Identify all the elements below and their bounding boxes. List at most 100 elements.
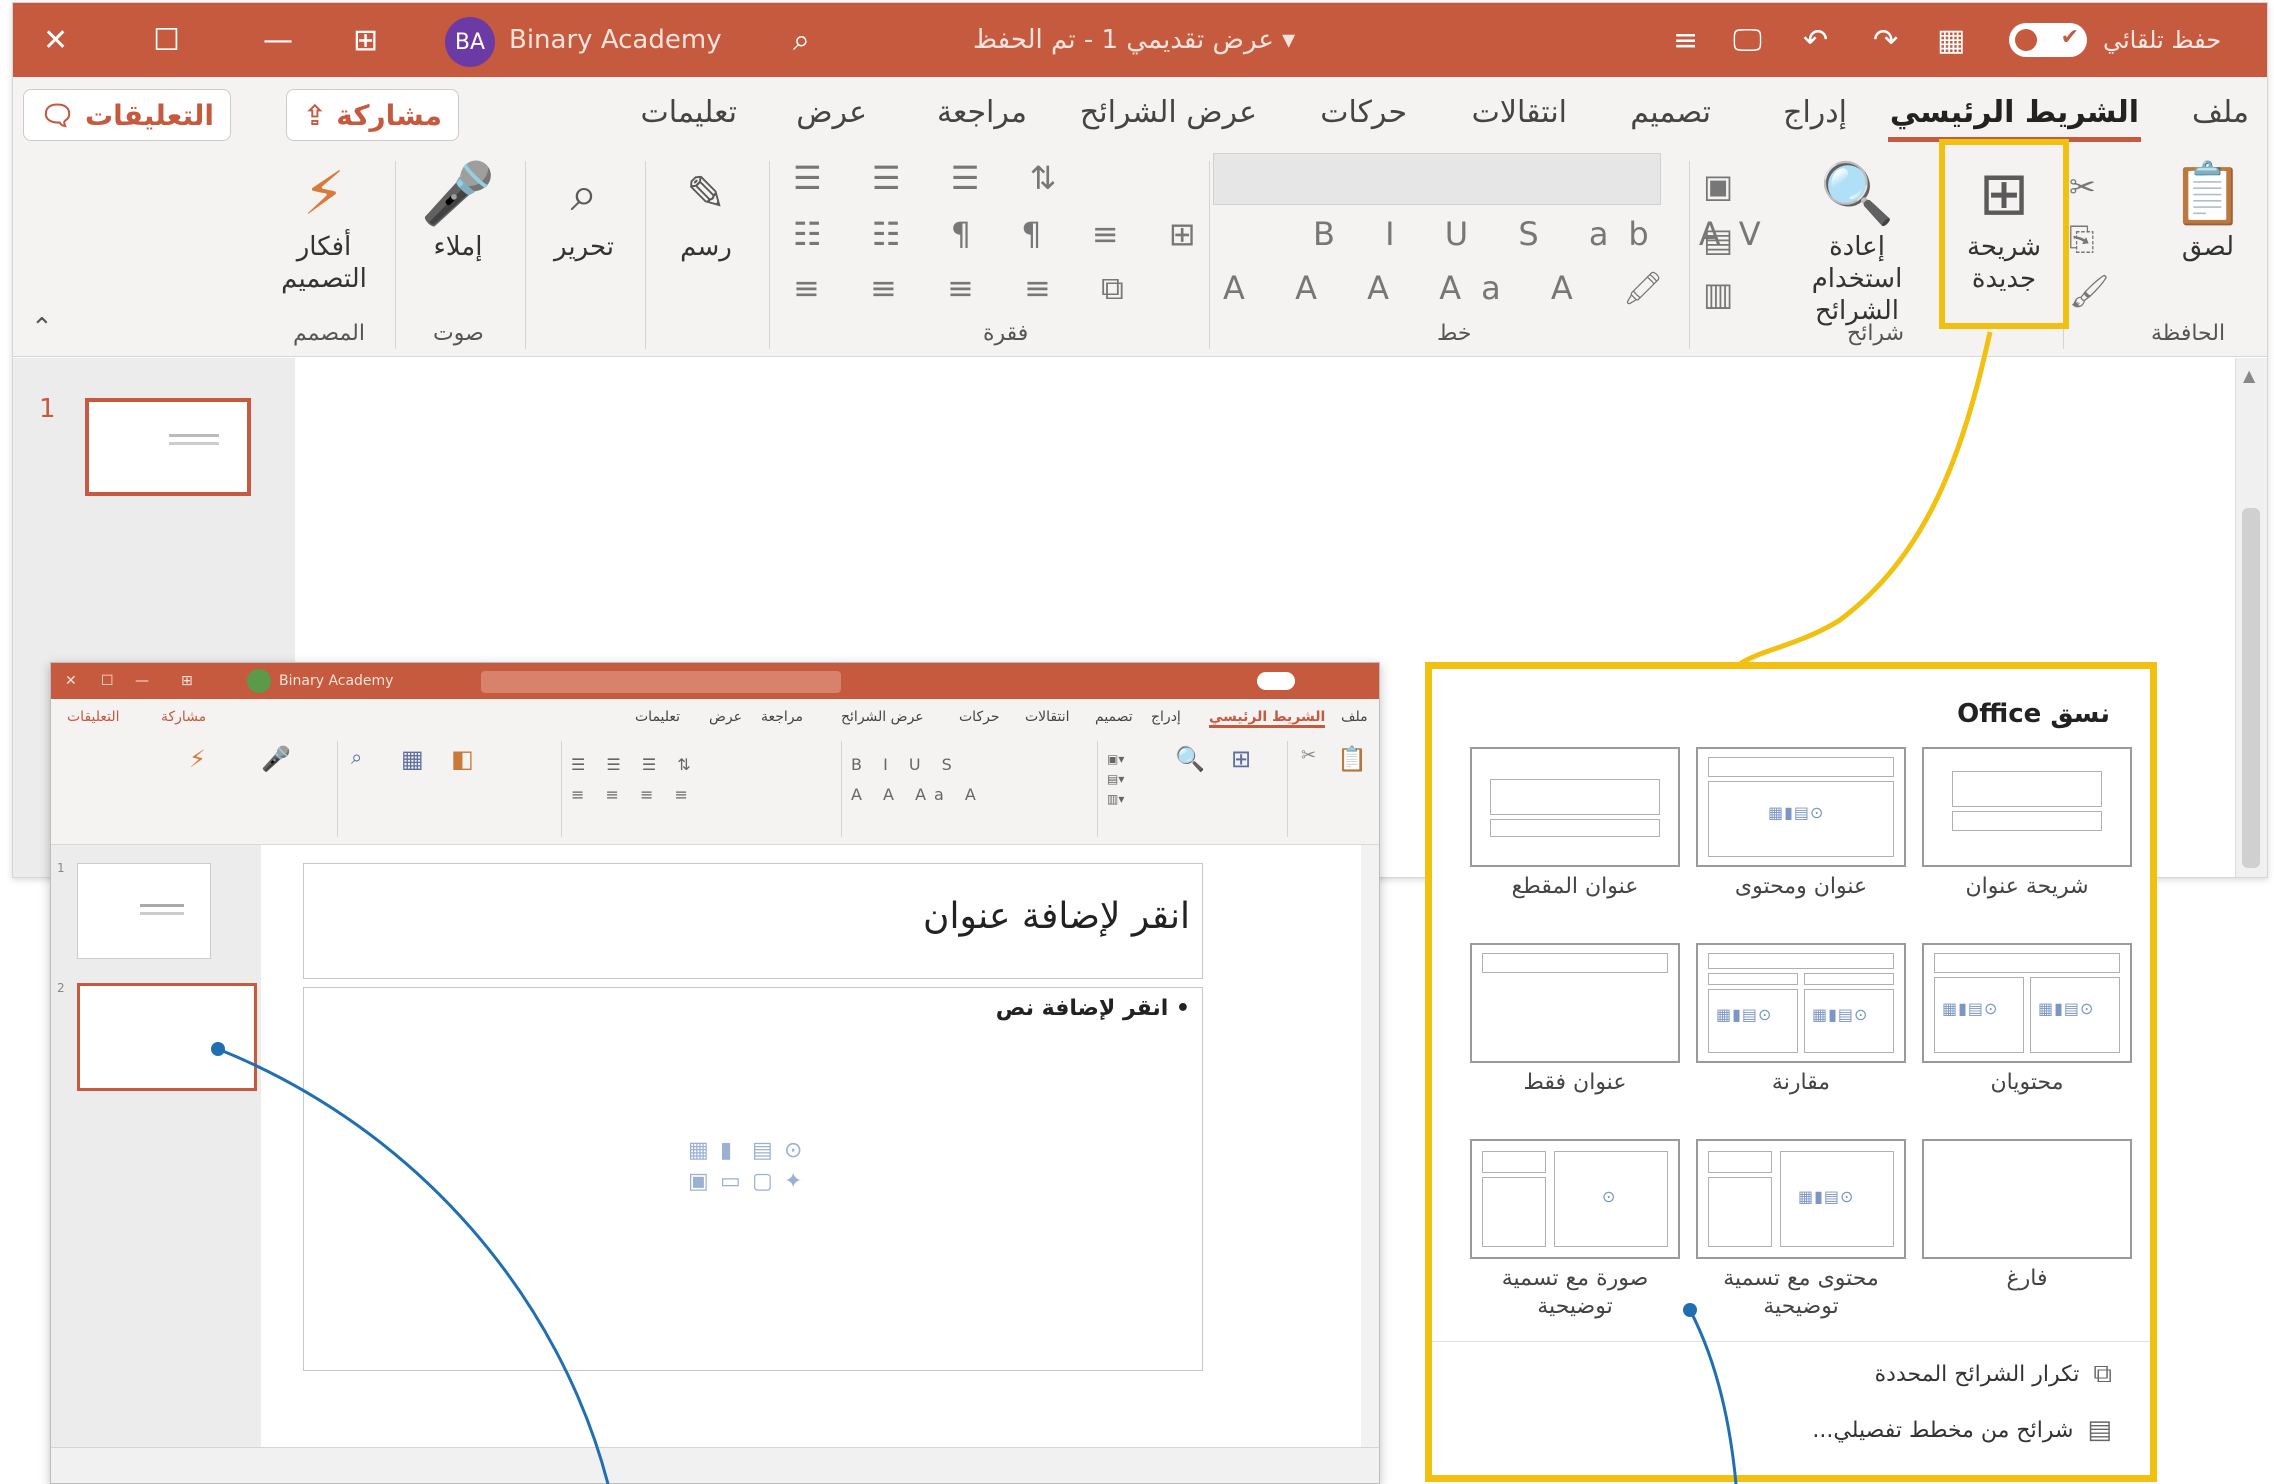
tab-file[interactable]: ملف	[2192, 95, 2249, 130]
tab-slideshow[interactable]: عرض الشرائح	[841, 709, 924, 725]
arrange-icon[interactable]: ▦	[401, 745, 424, 773]
minimize-icon[interactable]: —	[263, 3, 293, 77]
chart-icon[interactable]: ▮	[720, 1138, 746, 1163]
layout-content-caption[interactable]: ▦▮▤⊙ محتوى مع تسمية توضيحية	[1696, 1139, 1906, 1321]
slide-thumbnail-selected[interactable]	[77, 983, 257, 1091]
indent-icons[interactable]: ☷ ☷ ¶ ¶ ≡ ⊞	[793, 215, 1216, 253]
ribbon-display-icon[interactable]: ⊞	[181, 663, 193, 699]
tab-slideshow[interactable]: عرض الشرائح	[1080, 95, 1257, 130]
slide-layout-icons[interactable]: ▣▾ ▤▾ ▥▾	[1107, 749, 1124, 809]
align-icons[interactable]: ≡ ≡ ≡ ≡ ⧉	[793, 269, 1144, 308]
maximize-icon[interactable]: ☐	[153, 3, 180, 77]
tab-view[interactable]: عرض	[709, 709, 742, 725]
document-title[interactable]: عرض تقديمي 1 - تم الحفظ ▾	[973, 3, 1295, 77]
present-icon[interactable]: 🖵	[1733, 3, 1762, 77]
duplicate-slides-command[interactable]: ⧉ تكرار الشرائح المحددة	[1875, 1359, 2112, 1390]
close-icon[interactable]: ✕	[65, 663, 77, 699]
font-name-box[interactable]	[1213, 153, 1661, 205]
tab-transitions[interactable]: انتقالات	[1025, 709, 1070, 725]
user-name[interactable]: Binary Academy	[509, 3, 722, 77]
new-slide-button[interactable]: ⊞ شريحة جديدة	[1947, 157, 2061, 295]
layout-two-content[interactable]: ▦▮▤⊙ ▦▮▤⊙ محتويان	[1922, 943, 2132, 1097]
avatar[interactable]: BA	[445, 17, 495, 67]
list-icons[interactable]: ☰ ☰ ☰ ⇅	[571, 755, 699, 774]
cut-icon[interactable]: ✂	[1301, 745, 1316, 766]
tab-insert[interactable]: إدراج	[1151, 709, 1181, 725]
layout-title-content[interactable]: ▦▮▤⊙ عنوان ومحتوى	[1696, 747, 1906, 901]
design-ideas-button[interactable]: ⚡ أفكار التصميم	[269, 157, 379, 295]
content-placeholder[interactable]: انقر لإضافة نص ▦ ▮ ▤ ⊙ ▣ ▭ ▢ ✦	[303, 987, 1203, 1371]
tab-view[interactable]: عرض	[796, 95, 867, 130]
share-button[interactable]: مشاركة	[161, 709, 206, 725]
slide-thumbnail[interactable]	[85, 398, 251, 496]
align-icons[interactable]: ≡ ≡ ≡ ≡	[571, 785, 696, 804]
layout-section-header[interactable]: عنوان المقطع	[1470, 747, 1680, 901]
vertical-scrollbar[interactable]	[1361, 845, 1379, 1449]
comments-button[interactable]: التعليقات 🗨	[22, 89, 231, 141]
tab-help[interactable]: تعليمات	[640, 95, 737, 130]
collapse-ribbon-icon[interactable]: ⌃	[31, 313, 53, 343]
ribbon-display-icon[interactable]: ⊞	[353, 3, 378, 77]
search-input[interactable]	[481, 671, 841, 693]
minimize-icon[interactable]: —	[135, 663, 149, 699]
qat-more-icon[interactable]: ≡	[1673, 3, 1698, 77]
inset-slide-canvas[interactable]: انقر لإضافة عنوان انقر لإضافة نص ▦ ▮ ▤ ⊙…	[297, 863, 1351, 1437]
autosave-toggle[interactable]	[1257, 672, 1295, 690]
slide-thumbnail[interactable]	[77, 863, 211, 959]
undo-icon[interactable]: ↶	[1803, 3, 1828, 77]
slides-from-outline-command[interactable]: ▤ شرائح من مخطط تفصيلي...	[1812, 1415, 2112, 1445]
user-name[interactable]: Binary Academy	[279, 663, 393, 699]
font-size-icons[interactable]: A A Aa A	[851, 785, 984, 804]
draw-button[interactable]: ✎ رسم	[661, 157, 751, 263]
vertical-scrollbar[interactable]	[2235, 358, 2267, 877]
tab-home[interactable]: الشريط الرئيسي	[1887, 95, 2142, 142]
design-ideas-icon[interactable]: ⚡	[189, 745, 206, 773]
tab-animations[interactable]: حركات	[1320, 95, 1407, 130]
comments-button[interactable]: التعليقات	[67, 709, 120, 725]
tab-animations[interactable]: حركات	[959, 709, 1000, 725]
tab-file[interactable]: ملف	[1341, 709, 1368, 725]
stock-image-icon[interactable]: ▢	[752, 1169, 778, 1194]
reuse-slides-button[interactable]: 🔍 إعادة استخدام الشرائح	[1777, 157, 1937, 327]
online-picture-icon[interactable]: ▣	[688, 1169, 714, 1194]
tab-design[interactable]: تصميم	[1095, 709, 1133, 725]
picture-icon[interactable]: ⊙	[784, 1138, 810, 1163]
redo-icon[interactable]: ↷	[1873, 3, 1898, 77]
font-format-icons[interactable]: B I U S	[851, 755, 960, 774]
paste-icon[interactable]: 📋	[1337, 745, 1367, 773]
avatar[interactable]	[247, 669, 271, 693]
edit-button[interactable]: ⌕ تحرير	[539, 157, 629, 263]
share-button[interactable]: مشاركة ⇪	[286, 89, 459, 141]
tab-review[interactable]: مراجعة	[937, 95, 1027, 130]
tab-home[interactable]: الشريط الرئيسي	[1209, 709, 1326, 728]
find-icon[interactable]: ⌕	[351, 745, 362, 769]
maximize-icon[interactable]: ☐	[101, 663, 114, 699]
video-icon[interactable]: ▭	[720, 1169, 746, 1194]
font-size-icons[interactable]: A A A Aa A 🖍	[1223, 269, 1684, 307]
dictate-button[interactable]: 🎤 إملاء	[413, 157, 503, 263]
layout-comparison[interactable]: ▦▮▤⊙ ▦▮▤⊙ مقارنة	[1696, 943, 1906, 1097]
new-slide-icon[interactable]: ⊞	[1231, 745, 1251, 773]
microphone-icon[interactable]: 🎤	[261, 745, 291, 773]
autosave-toggle[interactable]	[2009, 23, 2087, 57]
reuse-slides-icon[interactable]: 🔍	[1175, 745, 1205, 773]
save-icon[interactable]: ▦	[1937, 3, 1965, 77]
layout-title-slide[interactable]: شريحة عنوان	[1922, 747, 2132, 901]
layout-picture-caption[interactable]: ⊙ صورة مع تسمية توضيحية	[1470, 1139, 1680, 1321]
list-icons[interactable]: ☰ ☰ ☰ ⇅	[793, 159, 1076, 197]
close-icon[interactable]: ✕	[43, 3, 68, 77]
tab-design[interactable]: تصميم	[1630, 95, 1711, 130]
layout-blank[interactable]: فارغ	[1922, 1139, 2132, 1293]
tab-help[interactable]: تعليمات	[635, 709, 680, 725]
tab-transitions[interactable]: انتقالات	[1472, 95, 1567, 130]
smartart-icon[interactable]: ▤	[752, 1138, 778, 1163]
shapes-icon[interactable]: ◧	[451, 745, 474, 773]
table-icon[interactable]: ▦	[688, 1138, 714, 1163]
layout-title-only[interactable]: عنوان فقط	[1470, 943, 1680, 1097]
icons-icon[interactable]: ✦	[784, 1169, 810, 1194]
title-placeholder[interactable]: انقر لإضافة عنوان	[303, 863, 1203, 979]
tab-review[interactable]: مراجعة	[761, 709, 803, 725]
font-format-icons[interactable]: B I U S ab AV	[1313, 215, 1781, 253]
search-icon[interactable]: ⌕	[793, 3, 810, 77]
paste-button[interactable]: 📋 لصق	[2163, 157, 2253, 263]
